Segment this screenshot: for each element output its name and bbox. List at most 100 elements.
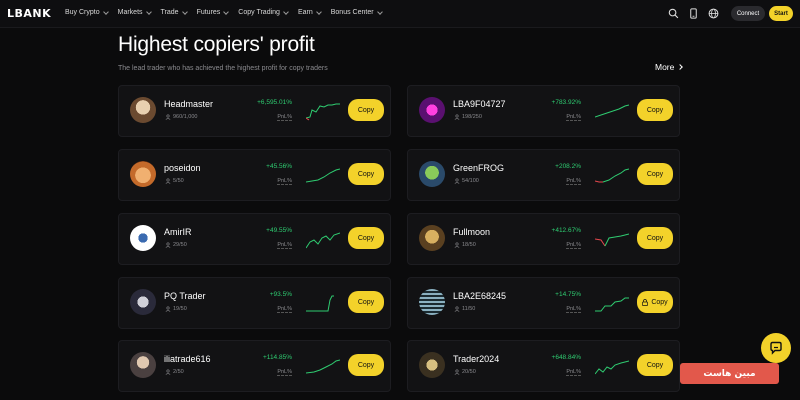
trader-card[interactable]: GreenFROG 54/100 +208.2% PnL% Copy [407,149,680,201]
copiers-value: 11/50 [462,306,476,312]
copy-button[interactable]: Copy [348,291,384,313]
trader-name[interactable]: LBA2E68245 [453,291,506,301]
chevron-right-icon [677,64,684,70]
copy-label: Copy [646,170,664,178]
search-icon[interactable] [668,8,679,19]
copy-label: Copy [357,361,375,369]
copy-button[interactable]: Copy [637,354,673,376]
watermark-text: مبین هاست [703,368,756,379]
copy-button[interactable]: Copy [637,291,673,313]
pnl-sparkline [306,359,340,374]
trader-card[interactable]: LBA2E68245 11/50 +14.75% PnL% Copy [407,277,680,329]
menu-copy-trading[interactable]: Copy Trading [238,8,289,16]
pnl-label: PnL% [277,114,292,121]
copy-label: Copy [357,234,375,242]
profit-percent: +114.85% [263,354,292,361]
copy-button[interactable]: Copy [637,163,673,185]
copiers-value: 5/50 [173,178,184,184]
trader-card[interactable]: Headmaster 960/1,000 +6,595.01% PnL% Cop… [118,85,391,137]
pnl-label: PnL% [566,369,581,376]
avatar [130,289,156,315]
copy-button[interactable]: Copy [637,227,673,249]
trader-name[interactable]: Fullmoon [453,227,490,237]
trader-card[interactable]: LBA9F04727 198/250 +783.92% PnL% Copy [407,85,680,137]
avatar [130,161,156,187]
trader-name[interactable]: AmirIR [164,227,192,237]
copiers-count: 19/50 [165,306,187,312]
trader-card[interactable]: iliatrade616 2/50 +114.85% PnL% Copy [118,340,391,392]
menu-bonus-center[interactable]: Bonus Center [330,8,383,16]
main-menu: Buy Crypto Markets Trade Futures Copy Tr… [65,8,383,16]
trader-name[interactable]: LBA9F04727 [453,99,506,109]
trader-name[interactable]: iliatrade616 [164,354,211,364]
copiers-value: 198/250 [462,114,482,120]
trader-card[interactable]: Trader2024 20/50 +648.84% PnL% Copy [407,340,680,392]
menu-markets[interactable]: Markets [117,8,152,16]
pnl-label: PnL% [277,242,292,249]
chevron-down-icon [102,8,109,15]
chevron-down-icon [283,8,289,15]
pnl-sparkline [595,168,629,183]
menu-label: Bonus Center [330,9,374,16]
menu-label: Futures [196,9,221,16]
trader-name[interactable]: GreenFROG [453,163,504,173]
avatar [419,352,445,378]
pnl-sparkline [306,103,340,121]
trader-name[interactable]: Trader2024 [453,354,499,364]
copiers-count: 2/50 [165,369,184,375]
connect-button[interactable]: Connect [731,6,765,21]
profit-percent: +93.5% [269,291,292,298]
lock-icon [642,298,649,306]
avatar [419,97,445,123]
copy-label: Copy [357,170,375,178]
watermark-logo: مبین هاست [680,363,779,384]
copiers-count: 54/100 [454,178,479,184]
user-icon [165,114,171,120]
menu-trade[interactable]: Trade [161,8,188,16]
chevron-down-icon [315,8,322,15]
user-icon [165,369,171,375]
copiers-value: 18/50 [462,242,476,248]
chevron-down-icon [181,8,188,15]
trader-card[interactable]: AmirIR 29/50 +49.55% PnL% Copy [118,213,391,265]
more-link[interactable]: More [655,62,684,72]
pnl-sparkline [306,168,340,183]
pnl-sparkline [595,360,629,375]
copiers-value: 960/1,000 [173,114,198,120]
copy-button[interactable]: Copy [348,163,384,185]
copy-button[interactable]: Copy [348,227,384,249]
user-icon [454,114,460,120]
pnl-sparkline [306,295,334,312]
chat-button[interactable] [761,333,791,363]
menu-buy-crypto[interactable]: Buy Crypto [65,8,109,16]
profit-percent: +45.56% [266,163,292,170]
chevron-down-icon [145,8,152,15]
pnl-sparkline [595,233,629,247]
pnl-sparkline [595,104,629,118]
copy-button[interactable]: Copy [637,99,673,121]
profit-percent: +49.55% [266,227,292,234]
mobile-icon[interactable] [688,8,699,19]
trader-name[interactable]: PQ Trader [164,291,206,301]
pnl-label: PnL% [277,306,292,313]
start-button[interactable]: Start [769,6,793,21]
copiers-count: 18/50 [454,242,476,248]
avatar [130,97,156,123]
menu-futures[interactable]: Futures [196,8,230,16]
copy-button[interactable]: Copy [348,99,384,121]
globe-icon[interactable] [708,8,719,19]
profit-percent: +208.2% [555,163,581,170]
menu-earn[interactable]: Earn [298,8,322,16]
copy-button[interactable]: Copy [348,354,384,376]
avatar [419,161,445,187]
trader-card[interactable]: poseidon 5/50 +45.56% PnL% Copy [118,149,391,201]
menu-label: Buy Crypto [65,9,100,16]
trader-card[interactable]: PQ Trader 19/50 +93.5% PnL% Copy [118,277,391,329]
page-subtitle: The lead trader who has achieved the hig… [118,65,328,72]
trader-card[interactable]: Fullmoon 18/50 +412.67% PnL% Copy [407,213,680,265]
trader-name[interactable]: Headmaster [164,99,213,109]
menu-label: Markets [117,9,143,16]
logo[interactable]: LBANK [7,7,51,20]
trader-name[interactable]: poseidon [164,163,201,173]
copiers-count: 960/1,000 [165,114,197,120]
